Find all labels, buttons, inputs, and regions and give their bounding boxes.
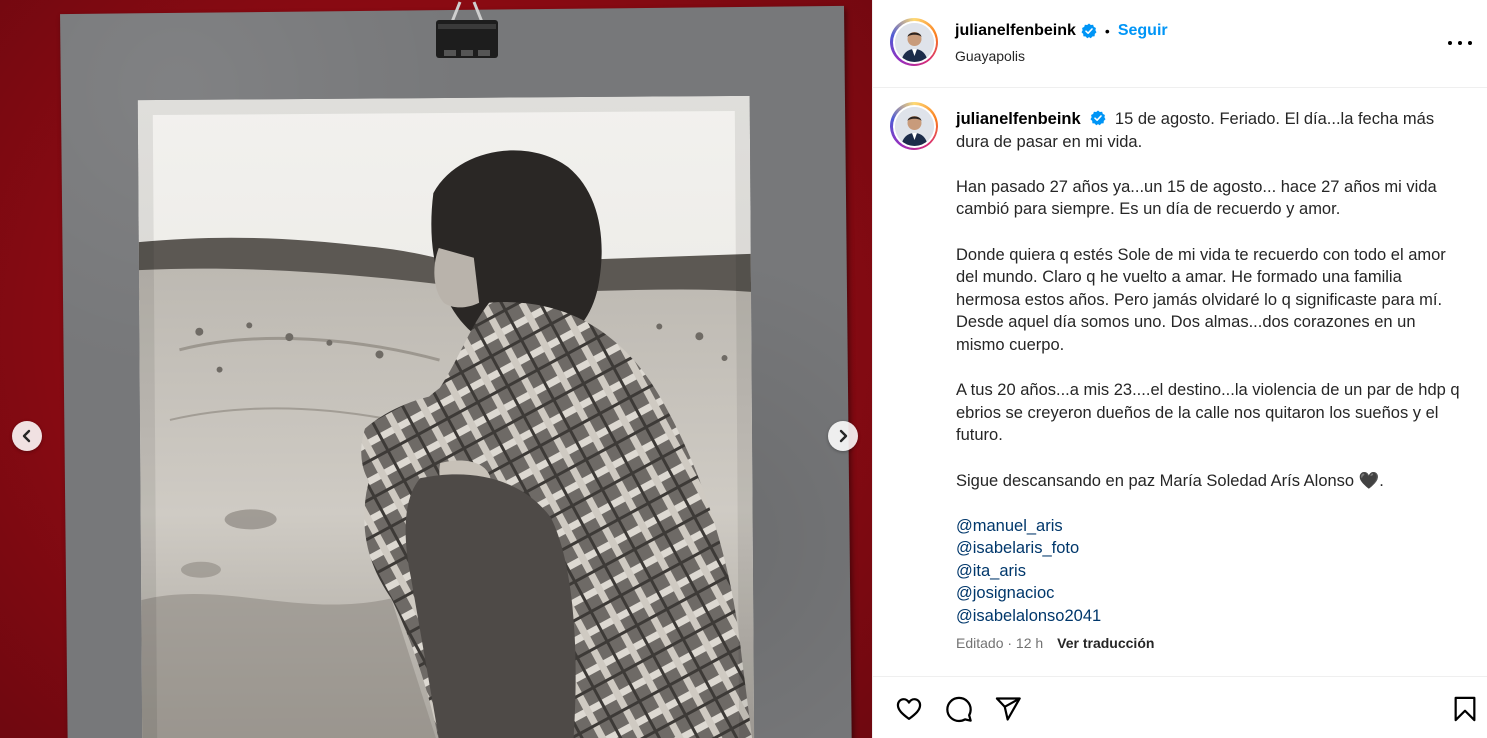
mention-link[interactable]: @isabelaris_foto: [956, 537, 1461, 560]
share-icon[interactable]: [994, 695, 1022, 723]
mention-link[interactable]: @ita_aris: [956, 560, 1461, 583]
caption-avatar[interactable]: [890, 102, 938, 150]
caption-paragraph: A tus 20 años...a mis 23....el destino..…: [956, 381, 1460, 445]
verified-badge-icon: [1090, 110, 1106, 126]
profile-picture: [894, 106, 934, 146]
chevron-left-icon: [22, 429, 31, 443]
follow-button[interactable]: Seguir: [1118, 22, 1168, 40]
caption-paragraph: Sigue descansando en paz María Soledad A…: [956, 471, 1384, 490]
mentions-list: @manuel_aris @isabelaris_foto @ita_aris …: [956, 515, 1461, 628]
see-translation-button[interactable]: Ver traducción: [1057, 635, 1154, 651]
post-header: julianelfenbeink • Seguir Guayapolis: [873, 0, 1487, 88]
avatar[interactable]: [890, 18, 938, 66]
caption-paragraph: Donde quiera q estés Sole de mi vida te …: [956, 245, 1446, 354]
edited-timestamp: Editado · 12 h: [956, 635, 1044, 651]
caption-username-link[interactable]: julianelfenbeink: [956, 110, 1081, 128]
heart-icon[interactable]: [895, 695, 923, 723]
binder-clip-icon: [436, 1, 498, 58]
next-image-button[interactable]: [828, 421, 858, 451]
location-link[interactable]: Guayapolis: [955, 48, 1025, 64]
vintage-photo: [137, 95, 755, 738]
verified-badge-icon: [1081, 23, 1097, 39]
comment-icon[interactable]: [945, 695, 973, 723]
username-link[interactable]: julianelfenbeink: [955, 22, 1076, 40]
previous-image-button[interactable]: [12, 421, 42, 451]
chevron-right-icon: [839, 429, 848, 443]
mention-link[interactable]: @isabelalonso2041: [956, 605, 1461, 628]
more-options-icon[interactable]: [1448, 34, 1472, 52]
separator-dot: •: [1104, 23, 1110, 39]
post-media[interactable]: [0, 0, 872, 738]
caption-paragraph: Han pasado 27 años ya...un 15 de agosto.…: [956, 177, 1437, 219]
post-sidebar: julianelfenbeink • Seguir Guayapolis jul…: [872, 0, 1487, 738]
caption-text: julianelfenbeink 15 de agosto. Feriado. …: [956, 108, 1461, 628]
caption-meta: Editado · 12 h Ver traducción: [956, 635, 1154, 651]
bookmark-icon[interactable]: [1451, 695, 1479, 723]
mention-link[interactable]: @manuel_aris: [956, 515, 1461, 538]
mention-link[interactable]: @josignacioc: [956, 582, 1461, 605]
action-bar: [873, 676, 1487, 738]
profile-picture: [894, 22, 934, 62]
